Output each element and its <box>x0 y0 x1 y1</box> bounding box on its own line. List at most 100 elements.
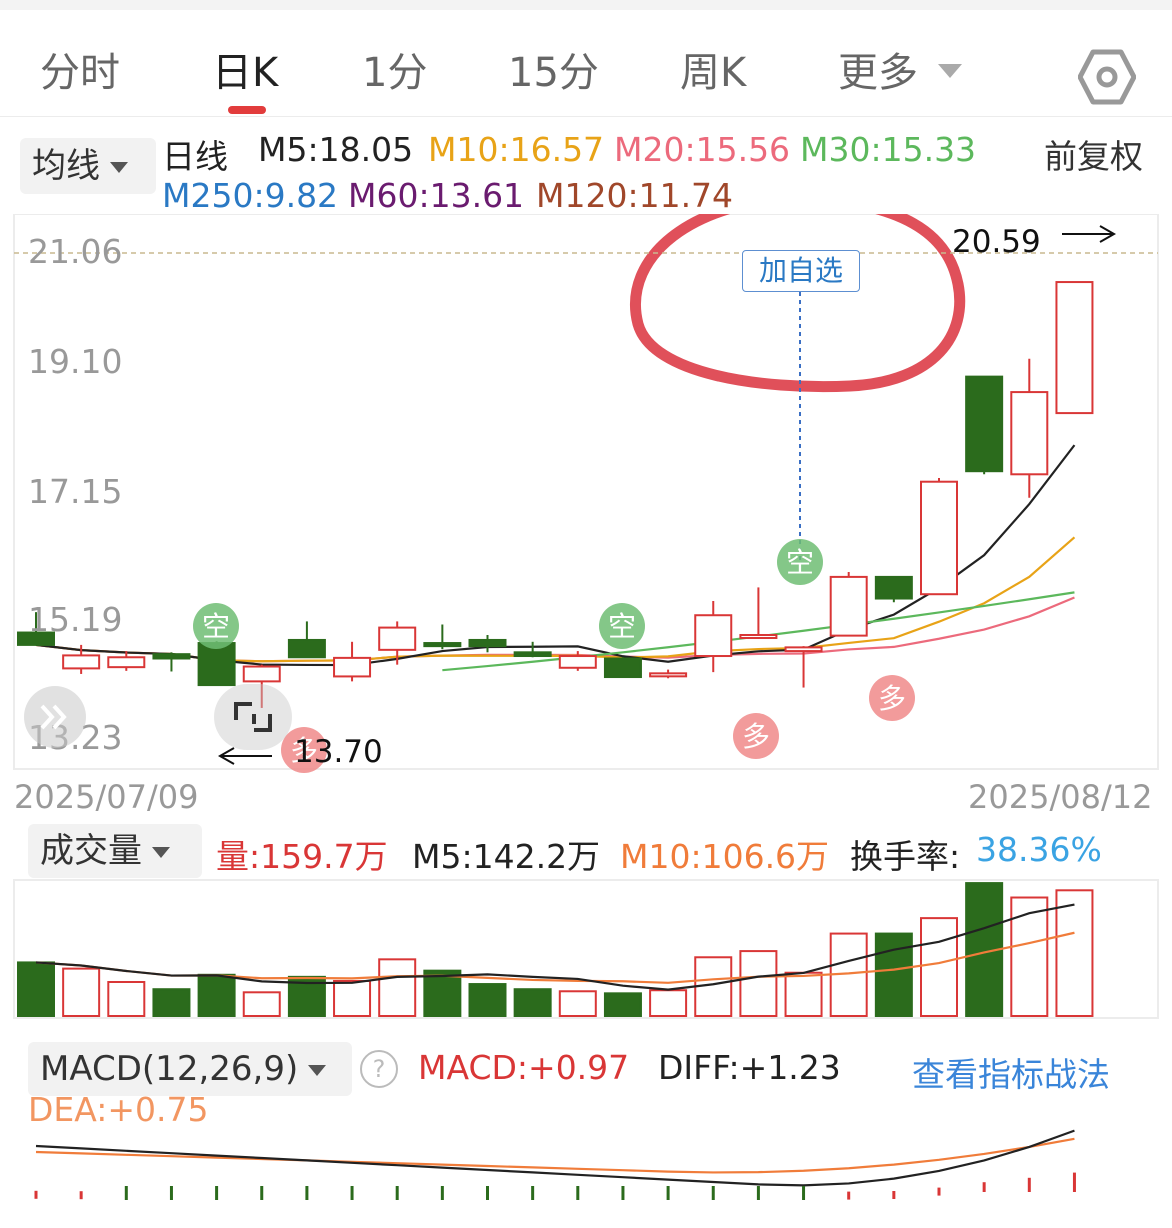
ma-m30: M30:15.33 <box>800 130 977 169</box>
volume-bar <box>920 917 958 1017</box>
tab-more[interactable]: 更多 <box>838 40 918 98</box>
long-signal-badge: 多 <box>878 682 906 715</box>
macd-histogram <box>34 1172 1076 1200</box>
chevron-down-icon <box>110 162 128 173</box>
status-strip <box>0 0 1172 10</box>
expand-sidebar-button[interactable] <box>24 686 86 748</box>
turnover-label: 换手率: <box>850 837 961 876</box>
diff-line <box>35 1129 1075 1187</box>
more-caret-icon <box>938 64 962 78</box>
volume-m5: M5:142.2万 <box>412 837 601 876</box>
volume-bar <box>333 979 372 1017</box>
price-chart-frame <box>13 214 1159 770</box>
candle-body <box>739 634 778 640</box>
volume-value: 量:159.7万 <box>216 837 388 876</box>
candle-body <box>603 657 642 679</box>
candle-body <box>242 665 281 683</box>
start-date-label: 2025/07/09 <box>14 778 199 816</box>
volume-bar <box>784 971 823 1017</box>
drawing-tool-button[interactable] <box>214 684 292 750</box>
volume-bar <box>242 991 281 1018</box>
volume-m10: M10:106.6万 <box>620 837 830 876</box>
low-price-marker: 13.70 <box>294 734 383 770</box>
ma-m250: M250:9.82 <box>162 176 339 215</box>
tab-weekly-k[interactable]: 周K <box>680 40 746 98</box>
volume-chart[interactable] <box>0 878 1172 1020</box>
candle-body <box>287 638 326 659</box>
tab-daily-k[interactable]: 日K <box>212 40 278 98</box>
tab-intraday[interactable]: 分时 <box>40 40 120 98</box>
volume-dropdown-label: 成交量 <box>40 831 142 871</box>
macd-diff: DIFF:+1.23 <box>658 1048 841 1087</box>
macd-lines <box>35 1129 1075 1187</box>
chevron-down-icon <box>308 1065 327 1076</box>
candle-body <box>468 638 507 648</box>
volume-bars <box>17 882 1094 1018</box>
hand-drawn-circle-annotation <box>630 214 966 393</box>
candle-body <box>107 656 146 669</box>
double-chevron-right-icon <box>40 704 67 730</box>
volume-bar <box>62 967 101 1018</box>
volume-bar <box>874 932 913 1017</box>
volume-ma-lines <box>35 903 1075 991</box>
price-axis-label: 19.10 <box>28 342 123 381</box>
ma-m5: M5:18.05 <box>258 130 414 169</box>
volume-bar <box>739 950 778 1017</box>
volume-bar <box>603 992 642 1018</box>
ma-period-label: 日线 <box>162 137 228 176</box>
active-tab-indicator <box>228 106 266 114</box>
candle-body <box>62 654 101 670</box>
candle-body <box>874 575 913 600</box>
candle-body <box>829 575 868 637</box>
tab-1min[interactable]: 1分 <box>362 40 427 98</box>
candlestick-chart[interactable]: 空空空多 多多 <box>0 214 1172 774</box>
short-signal-badge: 空 <box>608 610 636 643</box>
ma-m20: M20:15.56 <box>614 130 791 169</box>
price-axis-label: 15.19 <box>28 600 123 639</box>
candle-body <box>649 672 688 678</box>
high-price-marker: 20.59 <box>952 224 1041 260</box>
add-watchlist-tag[interactable]: 加自选 <box>742 250 860 292</box>
ma-dropdown-label: 均线 <box>32 146 100 186</box>
candle-body <box>513 651 552 658</box>
volume-ma5-line <box>35 903 1075 991</box>
ma-m10: M10:16.57 <box>428 130 605 169</box>
volume-bar <box>152 988 191 1017</box>
short-signal-badge: 空 <box>786 546 814 579</box>
ma-lines <box>35 444 1076 672</box>
long-signal-badge: 多 <box>742 720 770 753</box>
indicator-strategy-link[interactable]: 查看指标战法 <box>912 1048 1110 1096</box>
ma-m120: M120:11.74 <box>536 176 734 215</box>
ma-dropdown[interactable]: 均线 <box>20 138 156 194</box>
help-icon[interactable]: ? <box>360 1050 398 1088</box>
candle-body <box>784 646 823 653</box>
price-axis-label: 17.15 <box>28 472 123 511</box>
candle-body <box>423 642 462 648</box>
ma-m60: M60:13.61 <box>348 176 525 215</box>
volume-bar <box>468 983 507 1018</box>
candle-body <box>965 375 1004 473</box>
tab-15min[interactable]: 15分 <box>508 40 599 98</box>
end-date-label: 2025/08/12 <box>968 778 1153 816</box>
hexagon-gear-icon[interactable] <box>1078 48 1136 106</box>
macd-dropdown[interactable]: MACD(12,26,9) <box>28 1042 352 1096</box>
volume-bar <box>423 969 462 1017</box>
volume-dropdown[interactable]: 成交量 <box>28 824 202 878</box>
turnover-value: 38.36% <box>976 830 1102 869</box>
volume-bar <box>17 961 55 1017</box>
chart-overlays: 空空空多 多多 <box>193 214 1117 773</box>
volume-bar <box>513 988 552 1017</box>
candle-body <box>558 655 597 669</box>
macd-value: MACD:+0.97 <box>418 1048 630 1087</box>
volume-bar <box>649 989 688 1017</box>
volume-bar <box>1055 889 1094 1017</box>
price-adjust-toggle[interactable]: 前复权 <box>1044 130 1143 178</box>
period-tabs: 分时 日K 1分 15分 周K 更多 <box>0 12 1172 117</box>
candles <box>17 281 1094 708</box>
dea-line <box>35 1137 1075 1174</box>
candle-body <box>1010 391 1049 476</box>
candle-body <box>920 480 958 596</box>
volume-bar <box>1010 896 1049 1017</box>
crop-frame-icon <box>234 702 272 732</box>
candle-body <box>152 653 191 660</box>
